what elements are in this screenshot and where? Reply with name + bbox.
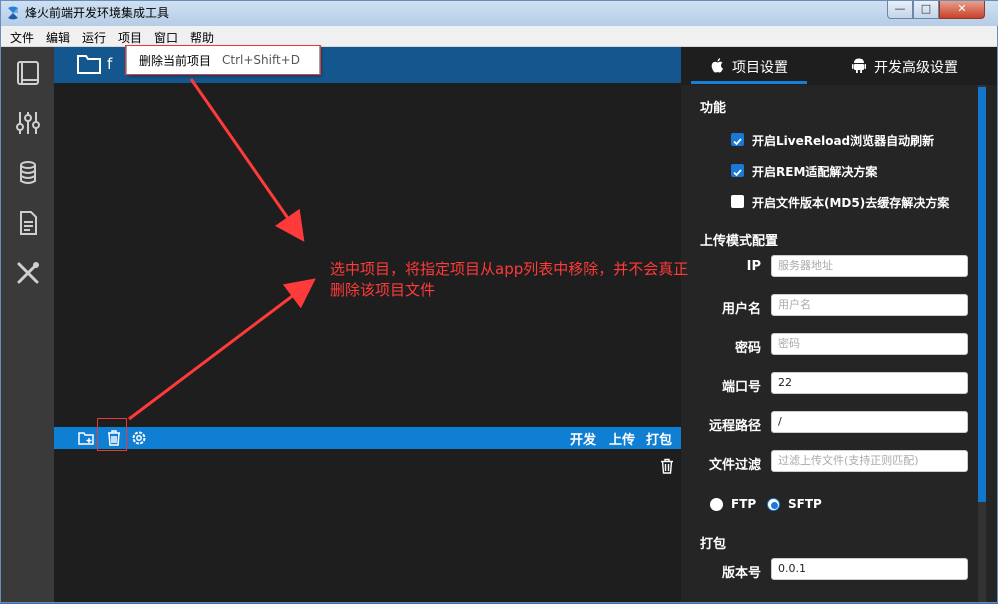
app-logo-icon xyxy=(8,6,18,20)
minimize-button[interactable]: — xyxy=(887,1,913,19)
radio-ftp-label: FTP xyxy=(731,497,757,511)
add-folder-icon[interactable] xyxy=(77,429,95,447)
menu-run[interactable]: 运行 xyxy=(82,29,106,46)
remote-path-label: 远程路径 xyxy=(708,419,761,434)
version-label: 版本号 xyxy=(721,566,761,581)
username-label: 用户名 xyxy=(721,302,761,317)
password-label: 密码 xyxy=(734,341,761,356)
folder-icon xyxy=(77,55,101,74)
project-name: f xyxy=(107,55,113,73)
file-filter-label: 文件过滤 xyxy=(708,458,761,473)
menu-bar: 文件 编辑 运行 项目 窗口 帮助 xyxy=(1,26,997,47)
title-bar: 烽火前端开发环境集成工具 — □ ✕ xyxy=(1,1,998,26)
port-label: 端口号 xyxy=(721,380,761,395)
radio-sftp[interactable] xyxy=(767,498,780,511)
tab-project-settings[interactable]: 项目设置 xyxy=(732,57,788,77)
project-list-panel: f 开发 上传 打包 xyxy=(54,47,681,602)
annotation-text: 选中项目，将指定项目从app列表中移除，并不会真正删除该项目文件 xyxy=(330,260,689,299)
section-upload: 上传模式配置 xyxy=(700,234,779,249)
menu-file[interactable]: 文件 xyxy=(10,29,34,46)
menu-project[interactable]: 项目 xyxy=(118,29,142,46)
window-title: 烽火前端开发环境集成工具 xyxy=(25,6,170,20)
dev-button[interactable]: 开发 xyxy=(570,429,596,448)
settings-tabs: 项目设置 开发高级设置 xyxy=(681,47,997,85)
file-filter-input[interactable]: 过滤上传文件(支持正则匹配) xyxy=(771,450,968,472)
version-input[interactable]: 0.0.1 xyxy=(771,558,968,580)
menu-window[interactable]: 窗口 xyxy=(154,29,178,46)
app-window: 烽火前端开发环境集成工具 — □ ✕ 文件 编辑 运行 项目 窗口 帮助 f 开… xyxy=(0,0,998,603)
database-icon[interactable] xyxy=(14,159,42,187)
book-icon[interactable] xyxy=(14,59,42,87)
radio-sftp-label: SFTP xyxy=(788,497,822,511)
pack-button[interactable]: 打包 xyxy=(646,429,672,448)
apple-icon xyxy=(711,58,723,73)
highlight-trash-button xyxy=(97,418,127,451)
android-icon xyxy=(852,58,866,73)
port-input[interactable]: 22 xyxy=(771,372,968,394)
close-button[interactable]: ✕ xyxy=(939,1,985,19)
password-input[interactable]: 密码 xyxy=(771,333,968,355)
checkbox-rem-label: 开启REM适配解决方案 xyxy=(752,165,878,179)
ip-label: IP xyxy=(746,259,761,274)
checkbox-md5[interactable] xyxy=(731,195,744,208)
document-icon[interactable] xyxy=(14,209,42,237)
checkbox-md5-label: 开启文件版本(MD5)去缓存解决方案 xyxy=(752,196,950,210)
radio-ftp[interactable] xyxy=(710,498,723,511)
menu-help[interactable]: 帮助 xyxy=(190,29,214,46)
section-feature: 功能 xyxy=(700,101,727,116)
settings-scrollbar[interactable] xyxy=(978,85,986,602)
highlight-dropdown xyxy=(125,45,321,75)
ip-input[interactable]: 服务器地址 xyxy=(771,255,968,277)
sliders-icon[interactable] xyxy=(14,109,42,137)
checkbox-livereload-label: 开启LiveReload浏览器自动刷新 xyxy=(752,134,935,148)
section-pack: 打包 xyxy=(700,537,727,552)
menu-edit[interactable]: 编辑 xyxy=(46,29,70,46)
upload-button[interactable]: 上传 xyxy=(609,429,635,448)
scrollbar-thumb[interactable] xyxy=(978,87,986,502)
sidebar xyxy=(1,47,54,602)
checkbox-livereload[interactable] xyxy=(731,133,744,146)
trash-icon[interactable] xyxy=(659,458,675,474)
username-input[interactable]: 用户名 xyxy=(771,294,968,316)
project-toolbar: 开发 上传 打包 xyxy=(54,427,681,449)
active-tab-indicator xyxy=(691,81,807,84)
settings-panel: 项目设置 开发高级设置 功能 开启LiveReload浏览器自动刷新 开启REM… xyxy=(681,47,997,602)
maximize-button[interactable]: □ xyxy=(913,1,939,19)
remote-path-input[interactable]: / xyxy=(771,411,968,433)
gear-icon[interactable] xyxy=(130,429,148,447)
tab-advanced-dev-settings[interactable]: 开发高级设置 xyxy=(874,57,958,77)
tools-icon[interactable] xyxy=(14,259,42,287)
checkbox-rem[interactable] xyxy=(731,164,744,177)
